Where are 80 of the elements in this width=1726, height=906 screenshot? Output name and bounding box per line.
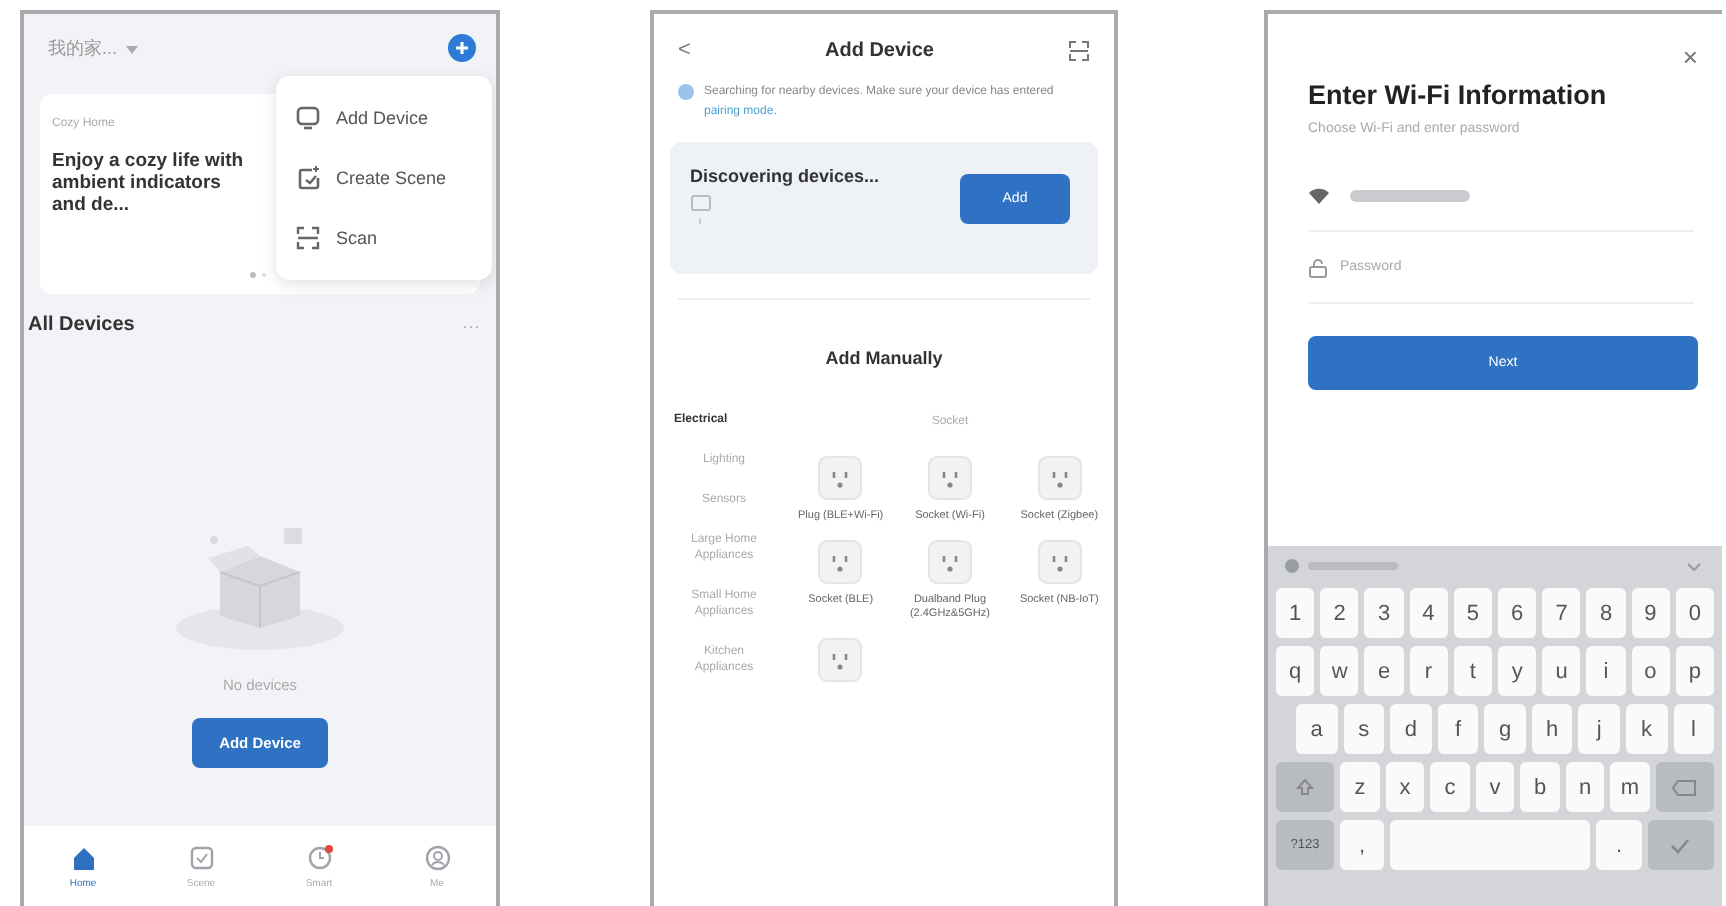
- checkbox-icon: [187, 843, 215, 871]
- backspace-icon: [1672, 779, 1697, 795]
- section-title: All Devices: [28, 314, 135, 336]
- keyboard-key[interactable]: w: [1320, 646, 1359, 696]
- keyboard-key[interactable]: j: [1578, 704, 1620, 754]
- scan-icon[interactable]: [1068, 39, 1090, 61]
- keyboard-key[interactable]: v: [1475, 762, 1515, 812]
- card-text: Enjoy a cozy life with ambient indicators and de...: [52, 150, 246, 216]
- shift-key[interactable]: [1276, 762, 1335, 812]
- home-icon: [69, 843, 97, 871]
- caret-icon: [125, 45, 138, 53]
- device-icon: [690, 194, 714, 226]
- keyboard-key[interactable]: n: [1565, 762, 1605, 812]
- keyboard-key[interactable]: i: [1586, 646, 1626, 696]
- menu-item[interactable]: Add Device: [276, 88, 492, 148]
- section-title: Add Manually: [823, 348, 945, 368]
- keyboard-key[interactable]: 2: [1320, 588, 1359, 638]
- keyboard-key[interactable]: o: [1631, 646, 1670, 696]
- profile-icon: [423, 843, 451, 871]
- wifi-icon: [1308, 186, 1330, 204]
- keyboard-key[interactable]: 5: [1453, 588, 1493, 638]
- socket-icon: [1037, 456, 1082, 500]
- keyboard-key[interactable]: 4: [1409, 588, 1448, 638]
- keyboard-key[interactable]: 3: [1364, 588, 1404, 638]
- socket-icon: [1037, 540, 1082, 584]
- keyboard-key[interactable]: q: [1276, 646, 1315, 696]
- keyboard-key[interactable]: x: [1385, 762, 1425, 812]
- keyboard-key[interactable]: e: [1364, 646, 1404, 696]
- keyboard-key[interactable]: f: [1437, 704, 1479, 754]
- keyboard-key[interactable]: 0: [1675, 588, 1715, 638]
- keyboard-key[interactable]: h: [1531, 704, 1573, 754]
- keyboard-key[interactable]: a: [1296, 704, 1338, 754]
- keyboard-key[interactable]: 7: [1542, 588, 1581, 638]
- blurred-suggestions-drawing: [1284, 558, 1404, 574]
- blurred-network-name-drawing: [1350, 189, 1470, 201]
- scan-icon: [296, 226, 320, 250]
- keyboard-key[interactable]: t: [1453, 646, 1493, 696]
- backspace-key[interactable]: [1655, 762, 1714, 812]
- discovering-label: Discovering devices...: [690, 166, 880, 186]
- keyboard-key[interactable]: z: [1340, 762, 1380, 812]
- keyboard-key[interactable]: g: [1484, 704, 1526, 754]
- keyboard-key[interactable]: d: [1390, 704, 1432, 754]
- socket-icon: [818, 456, 863, 500]
- socket-icon: [818, 638, 863, 682]
- close-button[interactable]: ×: [1682, 42, 1698, 72]
- socket-icon: [818, 540, 863, 584]
- menu-item[interactable]: Scan: [276, 208, 492, 268]
- monitor-icon: [296, 106, 320, 130]
- keyboard-key[interactable]: m: [1610, 762, 1650, 812]
- keyboard-key[interactable]: u: [1542, 646, 1581, 696]
- add-icon[interactable]: [448, 34, 476, 62]
- socket-icon: [927, 540, 972, 584]
- keyboard-key[interactable]: y: [1498, 646, 1537, 696]
- screen-title: Add Device: [824, 39, 934, 61]
- enter-key[interactable]: [1647, 820, 1715, 870]
- shift-icon: [1296, 778, 1315, 796]
- keyboard-key[interactable]: l: [1673, 704, 1715, 754]
- keyboard-key[interactable]: s: [1343, 704, 1385, 754]
- keyboard-key[interactable]: c: [1430, 762, 1470, 812]
- back-button[interactable]: <: [678, 38, 691, 62]
- info-icon: [678, 84, 694, 100]
- keyboard-key[interactable]: 8: [1586, 588, 1626, 638]
- page-dots-icon: [250, 272, 270, 278]
- keyboard-key[interactable]: k: [1625, 704, 1667, 754]
- collapse-icon[interactable]: [1686, 561, 1702, 571]
- keyboard-key[interactable]: b: [1520, 762, 1560, 812]
- lock-icon: [1308, 257, 1328, 277]
- keyboard-key[interactable]: 9: [1631, 588, 1670, 638]
- socket-icon: [927, 456, 972, 500]
- keyboard-key[interactable]: ,: [1339, 820, 1385, 870]
- keyboard-key[interactable]: 6: [1498, 588, 1537, 638]
- clock-icon: [305, 843, 333, 871]
- dialog-title: Enter Wi-Fi Information: [1308, 80, 1609, 110]
- checkmark-icon: [1670, 837, 1691, 853]
- menu-item[interactable]: Create Scene: [276, 148, 492, 208]
- keyboard-key[interactable]: .: [1596, 820, 1642, 870]
- edit-icon: [296, 166, 320, 190]
- keyboard-key[interactable]: p: [1675, 646, 1715, 696]
- keyboard-key[interactable]: 1: [1276, 588, 1315, 638]
- keyboard-key[interactable]: r: [1409, 646, 1448, 696]
